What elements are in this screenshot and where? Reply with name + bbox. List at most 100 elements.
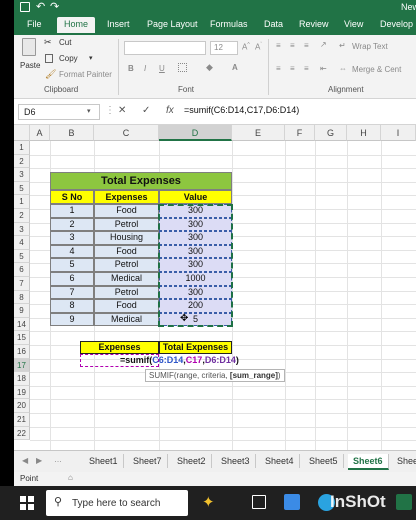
sheet-tab-sheet3[interactable]: Sheet3 [216, 454, 256, 468]
row-header[interactable]: 15 [14, 331, 30, 345]
table-title[interactable]: Total Expenses [50, 172, 232, 190]
row-header[interactable]: 3 [14, 222, 30, 237]
cell-expense[interactable]: Food [94, 204, 159, 218]
tab-developer[interactable]: Develop [380, 19, 413, 29]
insert-function-icon[interactable]: fx [166, 105, 174, 116]
sheet-tab-sheet7[interactable]: Sheet7 [128, 454, 168, 468]
row-header[interactable]: 14 [14, 317, 30, 332]
column-header-f[interactable]: F [285, 125, 315, 141]
cell-expense[interactable]: Food [94, 244, 159, 259]
cell-expense[interactable]: Food [94, 299, 159, 313]
row-header[interactable]: 6 [14, 263, 30, 277]
worksheet-grid[interactable]: A B C D E F G H I 1 2 3 5 1 2 3 4 5 6 7 8 9 14 15 16 17 1… [14, 125, 416, 450]
align-bottom-icon[interactable]: ≡ [304, 41, 309, 50]
next-sheet-icon[interactable]: ▶ [36, 456, 42, 465]
column-header-d[interactable]: D [159, 125, 232, 141]
fill-color-icon[interactable]: ◆ [206, 62, 213, 73]
row-header[interactable]: 8 [14, 290, 30, 305]
cell-value[interactable]: 200 [159, 299, 232, 313]
accessibility-icon[interactable]: ⌂ [68, 473, 73, 482]
column-header-h[interactable]: H [347, 125, 381, 141]
cell-sno[interactable]: 9 [50, 312, 94, 327]
align-right-icon[interactable]: ≡ [304, 64, 309, 73]
sparkle-icon[interactable]: ✦ [202, 493, 215, 511]
row-header[interactable]: 2 [14, 209, 30, 223]
cell-value[interactable]: 300 [159, 244, 232, 259]
tab-file[interactable]: File [27, 19, 42, 29]
row-header[interactable]: 7 [14, 277, 30, 291]
header-value[interactable]: Value [159, 190, 232, 204]
tab-data[interactable]: Data [264, 19, 283, 29]
row-header[interactable]: 21 [14, 413, 30, 427]
active-formula-cell[interactable]: =sumif(C6:D14,C17,D6:D14) [120, 355, 239, 365]
wrap-text-icon[interactable]: ↵ [339, 41, 346, 50]
row-header[interactable]: 1 [14, 195, 30, 209]
cell-value[interactable]: 300 [159, 217, 232, 232]
orientation-icon[interactable]: ↗ [320, 40, 327, 49]
cell-sno[interactable]: 3 [50, 231, 94, 245]
font-color-icon[interactable]: A [232, 63, 238, 72]
enter-icon[interactable]: ✓ [142, 105, 150, 116]
header-sno[interactable]: S No [50, 190, 94, 204]
save-icon[interactable] [20, 2, 30, 12]
cancel-icon[interactable]: ✕ [118, 105, 126, 116]
cell-value[interactable]: 300 [159, 258, 232, 272]
row-header[interactable]: 17 [14, 358, 30, 373]
column-header-c[interactable]: C [94, 125, 159, 141]
cell-sno[interactable]: 7 [50, 285, 94, 300]
sheet-tab-sheet1[interactable]: Sheet1 [84, 454, 124, 468]
format-painter-button[interactable]: Format Painter [59, 70, 112, 79]
cell-value[interactable]: 5 [159, 312, 232, 327]
tab-insert[interactable]: Insert [107, 19, 130, 29]
row-header[interactable]: 1 [14, 141, 30, 155]
format-painter-icon[interactable]: 🖌 [45, 69, 56, 80]
cell-value[interactable]: 300 [159, 231, 232, 245]
font-name-select[interactable] [124, 41, 206, 55]
cell-expense[interactable]: Medical [94, 272, 159, 286]
cell-value[interactable]: 300 [159, 285, 232, 300]
tab-review[interactable]: Review [299, 19, 329, 29]
copy-icon[interactable] [45, 54, 53, 63]
grow-font-icon[interactable]: A^ [242, 42, 250, 52]
start-icon[interactable] [20, 496, 34, 510]
wrap-text-button[interactable]: Wrap Text [352, 42, 388, 51]
column-header-b[interactable]: B [50, 125, 94, 141]
paste-button[interactable]: Paste [20, 61, 40, 70]
column-header-g[interactable]: G [315, 125, 347, 141]
merge-icon[interactable]: ⇔ [339, 64, 347, 73]
align-center-icon[interactable]: ≡ [290, 64, 295, 73]
align-middle-icon[interactable]: ≡ [290, 41, 295, 50]
paste-icon[interactable] [22, 38, 36, 56]
cell-sno[interactable]: 5 [50, 258, 94, 272]
column-header-a[interactable]: A [30, 125, 50, 141]
copy-dropdown-icon[interactable]: ▾ [89, 54, 93, 62]
cell-sno[interactable]: 2 [50, 217, 94, 232]
italic-button[interactable]: I [144, 64, 146, 73]
bold-button[interactable]: B [128, 64, 134, 73]
merge-center-button[interactable]: Merge & Cent [352, 65, 401, 74]
sheet-tab-sheet6[interactable]: Sheet6 [348, 454, 389, 470]
align-top-icon[interactable]: ≡ [276, 41, 281, 50]
cell-sno[interactable]: 1 [50, 204, 94, 218]
store-icon[interactable] [284, 494, 300, 510]
task-view-icon[interactable] [252, 495, 266, 509]
taskbar-search-box[interactable]: ⚲ Type here to search [46, 490, 188, 516]
formula-input[interactable]: =sumif(C6:D14,C17,D6:D14) [184, 105, 299, 115]
more-sheets-icon[interactable]: … [54, 455, 62, 464]
sheet-tab-sheet2[interactable]: Sheet2 [172, 454, 212, 468]
underline-button[interactable]: U [159, 64, 165, 73]
undo-icon[interactable]: ↶ [36, 0, 45, 13]
row-header[interactable]: 3 [14, 168, 30, 182]
cell-sno[interactable]: 4 [50, 244, 94, 259]
cell-expense[interactable]: Petrol [94, 285, 159, 300]
tab-view[interactable]: View [344, 19, 363, 29]
cell-expense[interactable]: Medical [94, 312, 159, 327]
row-header[interactable]: 19 [14, 385, 30, 400]
function-tooltip[interactable]: SUMIF(range, criteria, [sum_range]) [145, 369, 285, 382]
header-expenses[interactable]: Expenses [94, 190, 159, 204]
tab-page-layout[interactable]: Page Layout [147, 19, 198, 29]
cell-sno[interactable]: 8 [50, 299, 94, 313]
name-box-dropdown-icon[interactable]: ▾ [87, 107, 91, 115]
row-header[interactable]: 16 [14, 345, 30, 359]
excel-taskbar-icon[interactable] [396, 494, 412, 510]
